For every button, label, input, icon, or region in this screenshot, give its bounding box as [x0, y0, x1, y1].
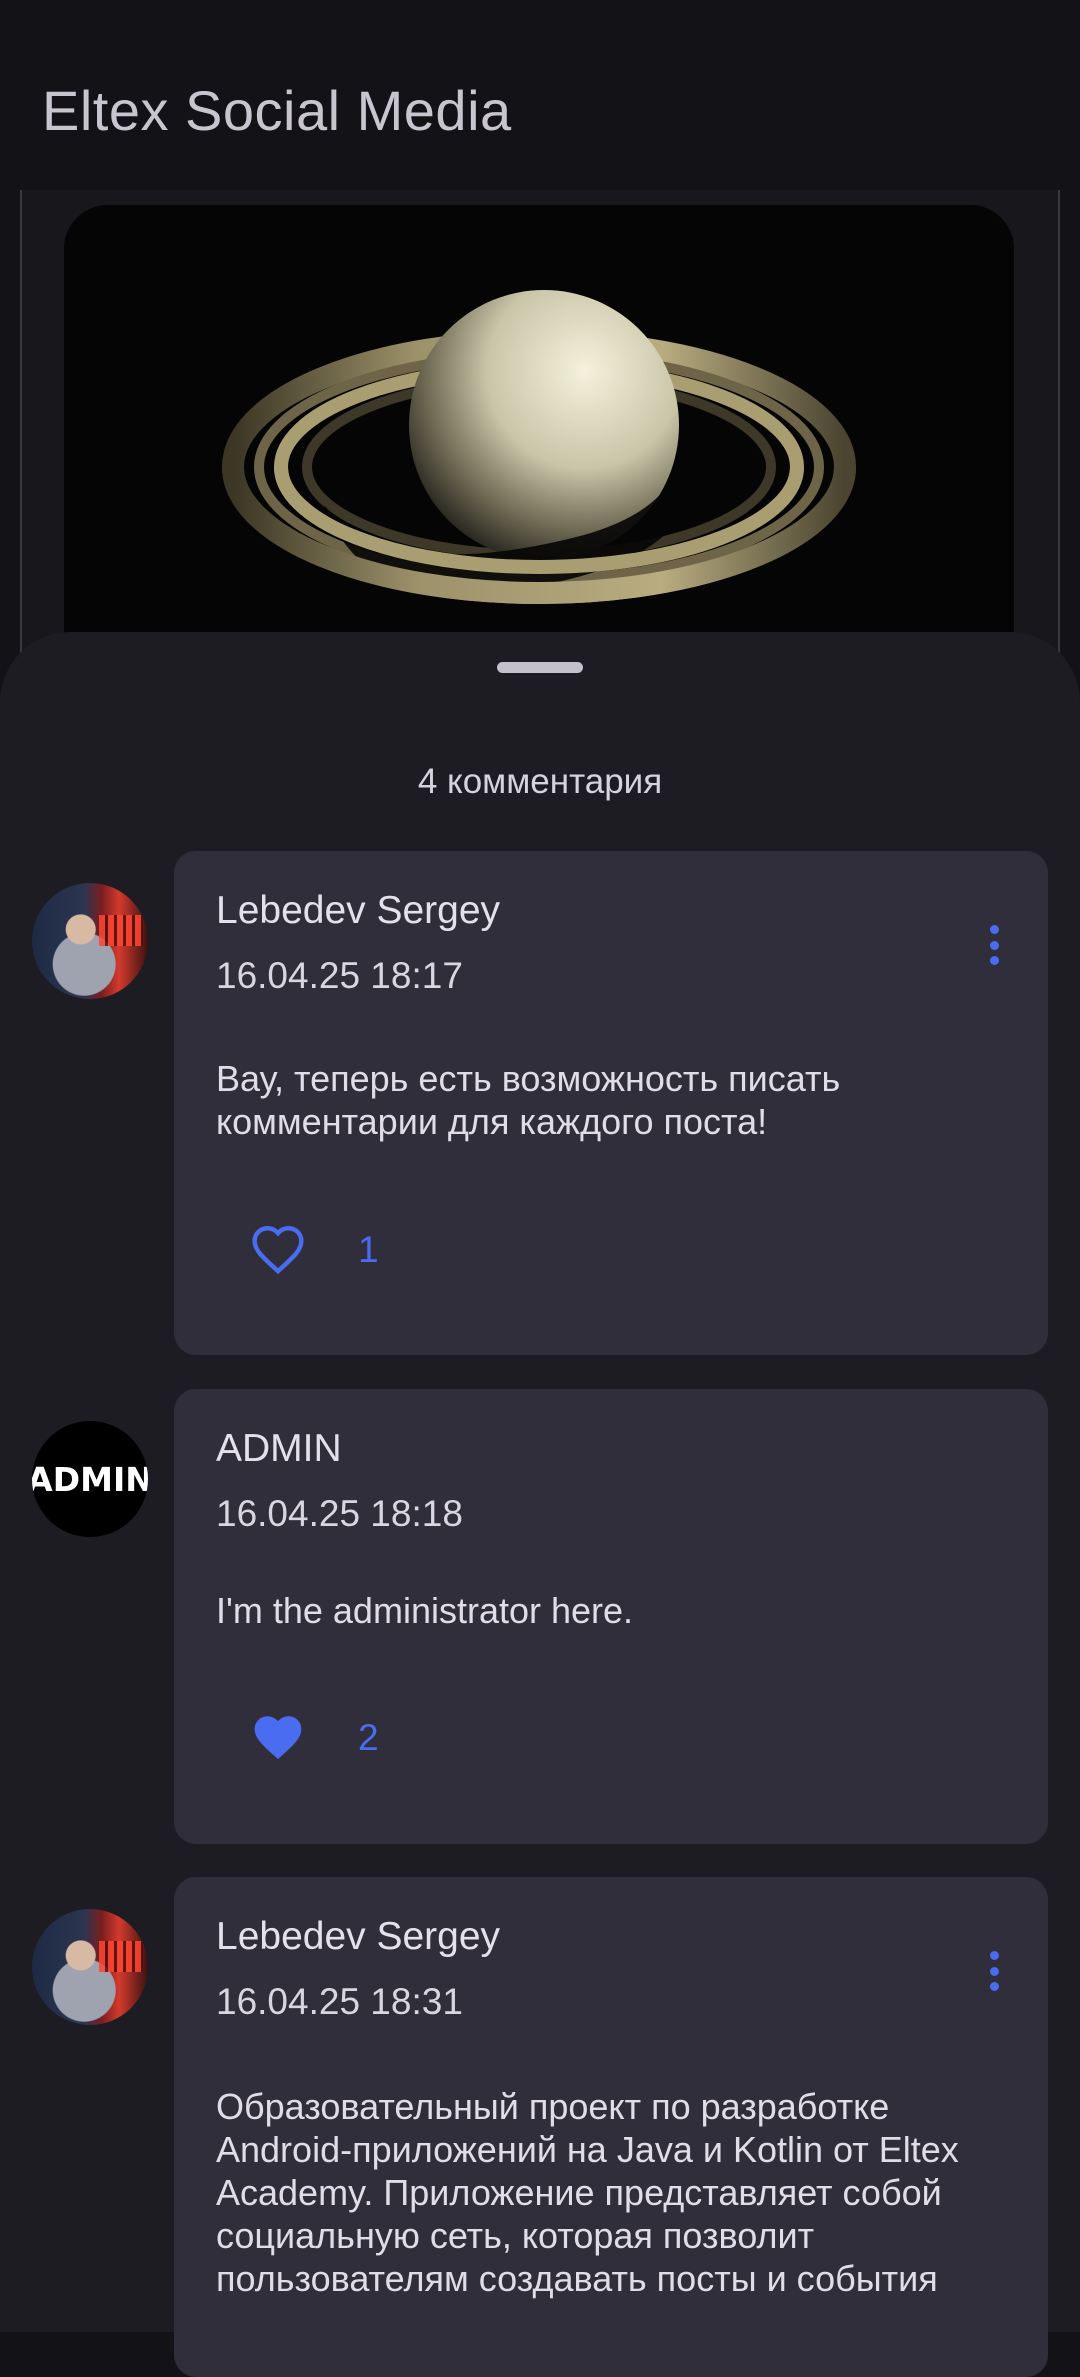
comment-card: Lebedev Sergey 16.04.25 18:17 Вау, тепер…	[174, 851, 1048, 1355]
avatar[interactable]	[32, 883, 148, 999]
comment-author: Lebedev Sergey	[216, 889, 501, 932]
comments-count: 4 комментария	[417, 762, 663, 801]
sheet-drag-handle[interactable]	[497, 662, 583, 673]
post-image[interactable]	[64, 205, 1014, 685]
comment-date: 16.04.25 18:18	[216, 1493, 463, 1534]
avatar[interactable]	[32, 1909, 148, 2025]
app-title: Eltex Social Media	[42, 79, 512, 142]
like-button[interactable]	[250, 1223, 306, 1275]
top-app-bar: Eltex Social Media	[0, 0, 1080, 190]
like-count: 1	[358, 1229, 379, 1270]
more-options-button[interactable]	[984, 925, 1004, 965]
more-vert-icon	[989, 925, 999, 934]
comment-card: Lebedev Sergey 16.04.25 18:31 Образовате…	[174, 1877, 1048, 2377]
comment-author: ADMIN	[216, 1427, 342, 1470]
heart-outline-icon	[252, 1226, 304, 1275]
avatar-text: ADMIN	[32, 1459, 148, 1499]
like-count: 2	[358, 1717, 379, 1758]
heart-filled-icon	[254, 1716, 302, 1760]
comment-author: Lebedev Sergey	[216, 1915, 501, 1958]
saturn-image	[64, 205, 1014, 685]
comment-text: Образовательный проект по разработке And…	[216, 2086, 959, 2299]
comment-date: 16.04.25 18:17	[216, 955, 463, 996]
more-vert-icon	[989, 1951, 999, 1960]
like-button[interactable]	[250, 1711, 306, 1763]
more-options-button[interactable]	[984, 1951, 1004, 1991]
comment-card: ADMIN 16.04.25 18:18 I'm the administrat…	[174, 1389, 1048, 1844]
comment-text: I'm the administrator here.	[216, 1590, 634, 1631]
comment-text: Вау, теперь есть возможность писать комм…	[216, 1058, 841, 1142]
comment-date: 16.04.25 18:31	[216, 1981, 463, 2022]
avatar[interactable]: ADMIN	[32, 1421, 148, 1537]
